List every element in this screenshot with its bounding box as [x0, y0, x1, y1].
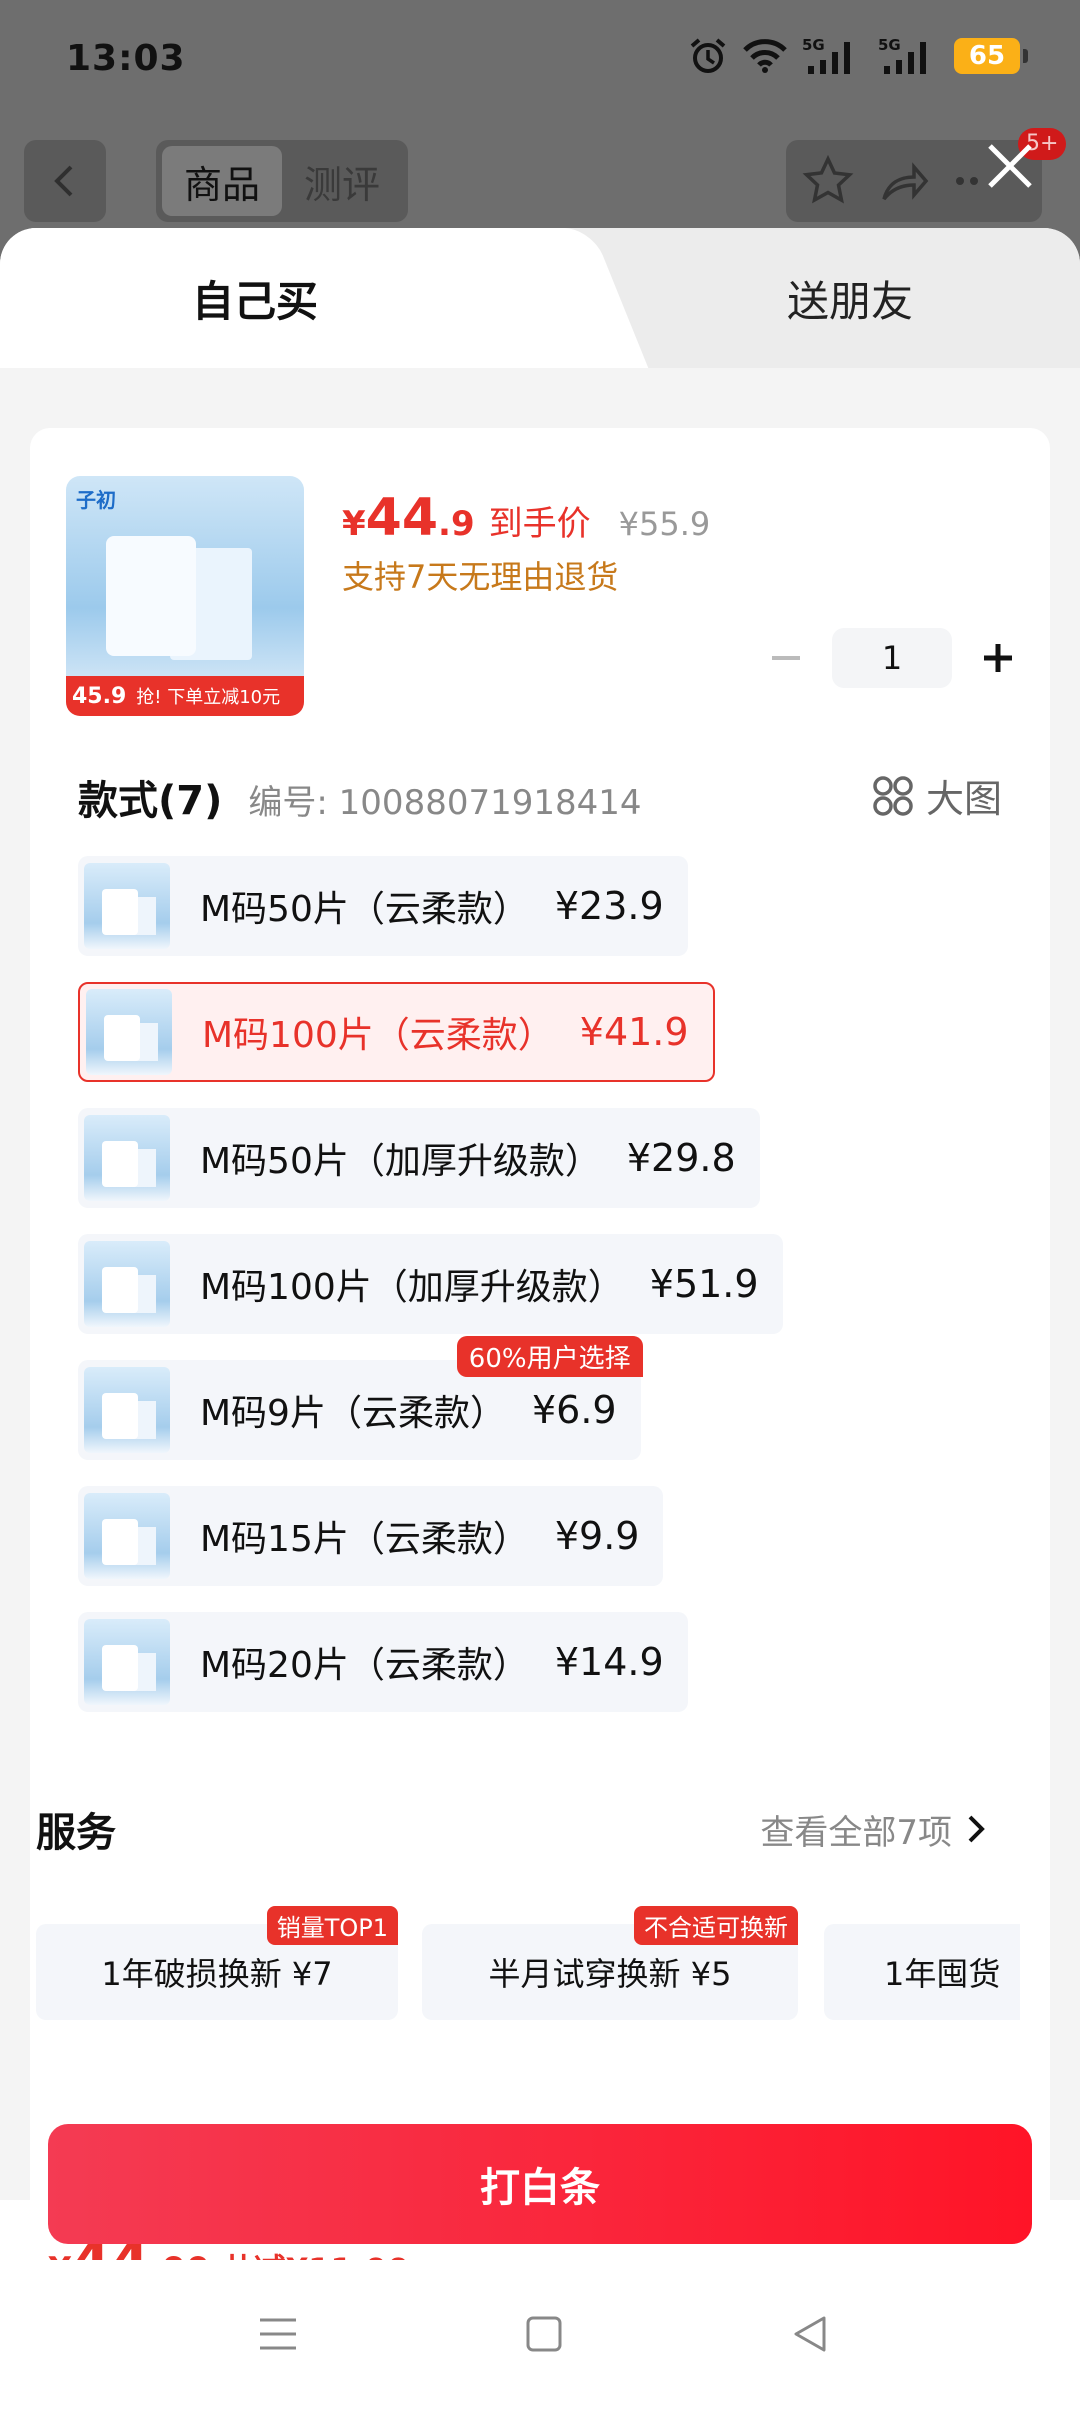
tab-buy-self[interactable]: 自己买 [0, 228, 560, 368]
style-option[interactable]: M码15片（云柔款） ¥9.9 [78, 1486, 664, 1586]
service-option[interactable]: 1年囤货 [824, 1924, 1020, 2020]
share-icon[interactable] [876, 153, 932, 209]
style-option[interactable]: M码9片（云柔款） ¥6.9 60%用户选择 [78, 1336, 643, 1460]
services-header: 服务 查看全部7项 [36, 1800, 986, 1858]
tab-product[interactable]: 商品 [162, 146, 282, 216]
final-price: ¥44.9 [342, 488, 475, 548]
service-badge: 不合适可换新 [634, 1906, 798, 1945]
status-bar: 13:03 5G 5G 65 [0, 0, 1080, 130]
original-price: ¥55.9 [618, 505, 711, 543]
price-symbol: ¥ [342, 504, 366, 544]
price-line: ¥44.9 到手价 ¥55.9 [342, 488, 710, 548]
style-option-name: M码20片（云柔款） [200, 1645, 529, 1686]
style-option-price: ¥41.9 [579, 1010, 689, 1054]
increase-button[interactable] [976, 636, 1020, 680]
back-button[interactable] [24, 140, 106, 222]
service-badge: 销量TOP1 [266, 1906, 398, 1945]
service-label: 1年囤货 [884, 1955, 1001, 1993]
style-option-price: ¥6.9 [531, 1388, 617, 1432]
product-image-tag-text: 抢! 下单立减10元 [136, 687, 281, 708]
status-icons: 5G 5G 65 [688, 36, 1028, 76]
product-image[interactable]: 子初 45.9 抢! 下单立减10元 [66, 476, 304, 716]
quantity-stepper: 1 [764, 628, 1020, 688]
services-title: 服务 [36, 1810, 116, 1856]
style-option-name: M码50片（云柔款） [200, 889, 529, 930]
product-code: 编号: 10088071918414 [248, 783, 642, 823]
decrease-button[interactable] [764, 636, 808, 680]
style-option-price: ¥14.9 [554, 1640, 664, 1684]
battery-icon: 65 [954, 38, 1028, 74]
service-label: 半月试穿换新 ¥5 [488, 1955, 732, 1993]
style-title: 款式(7) [78, 778, 223, 824]
style-option-price: ¥23.9 [554, 884, 664, 928]
wifi-icon [743, 39, 787, 73]
style-option-thumb [84, 1619, 170, 1705]
style-option-price: ¥9.9 [554, 1514, 640, 1558]
system-nav-bar [0, 2260, 1080, 2412]
product-brand-logo: 子初 [76, 488, 116, 512]
plus-icon [984, 644, 1012, 672]
price-label: 到手价 [488, 504, 591, 544]
style-option-price: ¥29.8 [626, 1136, 736, 1180]
service-option[interactable]: 1年破损换新 ¥7 销量TOP1 [36, 1906, 398, 2020]
tab-review[interactable]: 测评 [282, 146, 402, 216]
header-tabs: 商品 测评 [156, 140, 408, 222]
chevron-right-icon [968, 1815, 985, 1843]
services-list: 1年破损换新 ¥7 销量TOP1 半月试穿换新 ¥5 不合适可换新 1年囤货 [36, 1904, 1020, 2024]
style-option-name: M码9片（云柔款） [200, 1393, 506, 1434]
pay-button[interactable]: 打白条 [48, 2124, 1032, 2244]
style-option-name: M码15片（云柔款） [200, 1519, 529, 1560]
signal-5g-icon: 5G [802, 36, 850, 74]
back-nav-icon[interactable] [788, 2312, 832, 2356]
style-option-name: M码50片（加厚升级款） [200, 1141, 601, 1182]
service-label: 1年破损换新 ¥7 [101, 1955, 333, 1993]
style-option-thumb [84, 1367, 170, 1453]
chevron-left-icon [54, 165, 73, 197]
product-image-tag-price: 45.9 [72, 683, 127, 709]
style-option-thumb [86, 989, 172, 1075]
style-option[interactable]: M码20片（云柔款） ¥14.9 [78, 1612, 688, 1712]
product-image-tag: 45.9 抢! 下单立减10元 [66, 676, 304, 716]
service-option[interactable]: 半月试穿换新 ¥5 不合适可换新 [422, 1906, 798, 2020]
view-all-services[interactable]: 查看全部7项 [760, 1805, 986, 1854]
view-all-services-label: 查看全部7项 [760, 1812, 952, 1853]
style-option-thumb [84, 863, 170, 949]
style-option-thumb [84, 1115, 170, 1201]
style-option[interactable]: M码50片（云柔款） ¥23.9 [78, 856, 688, 956]
style-option[interactable]: M码50片（加厚升级款） ¥29.8 [78, 1108, 760, 1208]
tab-buy-self-label: 自己买 [191, 276, 318, 326]
price-integer: 44 [365, 488, 439, 548]
style-option-name: M码100片（加厚升级款） [200, 1267, 624, 1308]
svg-text:5G: 5G [802, 36, 825, 54]
style-option-price: ¥51.9 [649, 1262, 759, 1306]
style-option-thumb [84, 1493, 170, 1579]
product-pack-image [106, 536, 196, 656]
style-option-thumb [84, 1241, 170, 1327]
status-time: 13:03 [66, 38, 186, 79]
minus-icon [772, 656, 800, 660]
price-decimal: .9 [438, 504, 475, 544]
svg-text:5G: 5G [878, 36, 901, 54]
star-icon[interactable] [800, 153, 856, 209]
style-header: 款式(7) 编号: 10088071918414 [78, 768, 642, 826]
close-icon[interactable] [980, 136, 1040, 196]
menu-icon[interactable] [256, 2312, 300, 2356]
return-policy: 支持7天无理由退货 [342, 558, 619, 596]
grid-icon [873, 775, 913, 816]
style-option-name: M码100片（云柔款） [202, 1015, 554, 1056]
big-image-label: 大图 [925, 777, 1002, 821]
signal-5g-icon-2: 5G [878, 36, 926, 74]
purchase-sheet: 送朋友 自己买 子初 45.9 抢! 下单立减10元 ¥44.9 到手价 ¥55.… [0, 228, 1080, 2412]
alarm-icon [690, 38, 726, 73]
purchase-mode-tabs: 送朋友 自己买 [0, 228, 1080, 368]
style-option[interactable]: M码100片（加厚升级款） ¥51.9 [78, 1234, 783, 1334]
page-header: 商品 测评 5+ [0, 128, 1080, 230]
popular-badge: 60%用户选择 [456, 1336, 643, 1377]
big-image-toggle[interactable]: 大图 [872, 768, 1002, 823]
home-icon[interactable] [522, 2312, 566, 2356]
style-option-selected[interactable]: M码100片（云柔款） ¥41.9 [78, 982, 715, 1082]
quantity-input[interactable]: 1 [832, 628, 952, 688]
